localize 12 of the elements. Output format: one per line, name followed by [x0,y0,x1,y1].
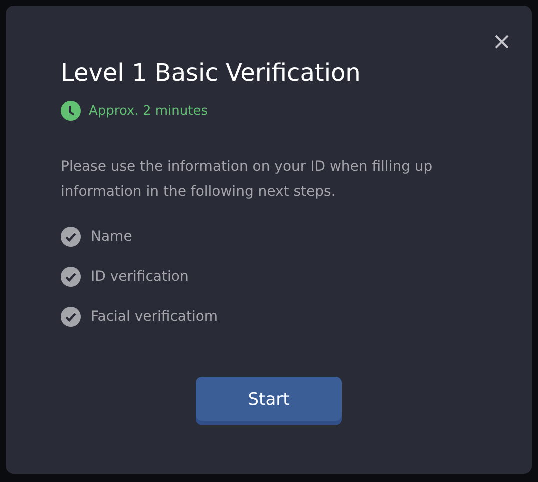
check-icon [61,307,81,327]
check-icon [61,267,81,287]
clock-icon [61,101,81,121]
check-icon [61,227,81,247]
dialog-title: Level 1 Basic Verification [61,58,362,88]
start-button[interactable]: Start [196,377,342,425]
step-label: Facial verificatiom [91,309,218,325]
description: Please use the information on your ID when filling up information in the following next steps. [61,158,434,202]
step-label: ID verification [91,269,189,285]
close-icon[interactable] [494,34,510,50]
duration-text: Approx. 2 minutes [89,104,208,118]
step-label: Name [91,229,132,245]
